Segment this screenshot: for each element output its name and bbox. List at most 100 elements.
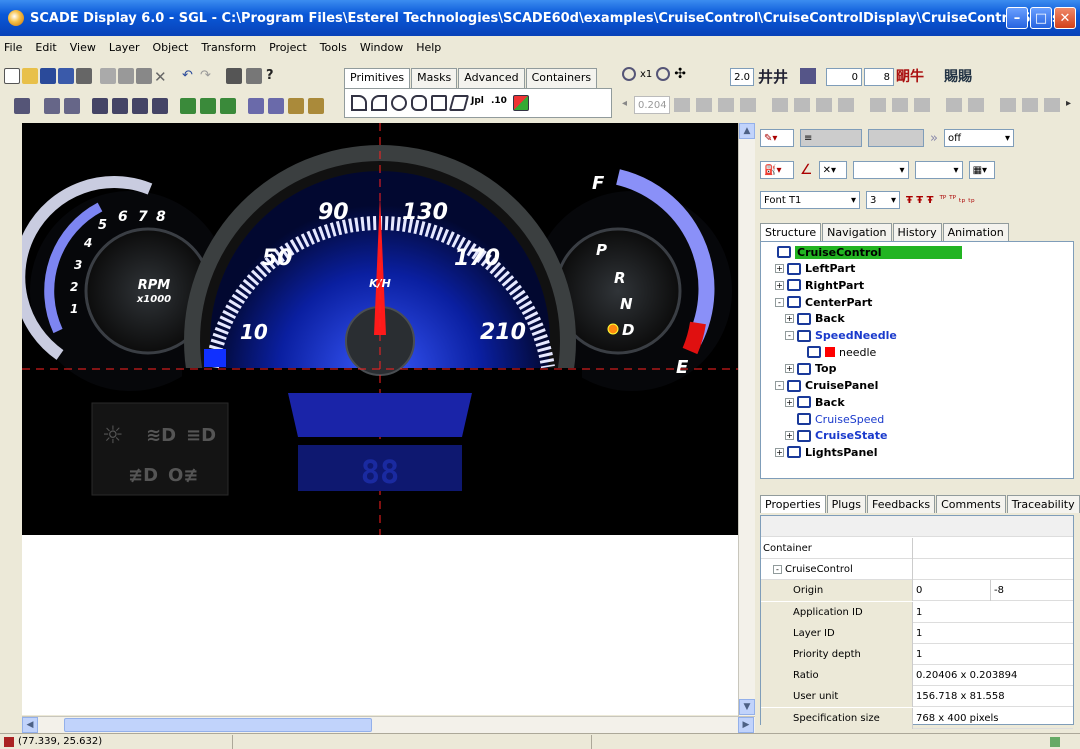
tree-node[interactable]: + Back (785, 311, 845, 327)
rectangle-tool-icon[interactable] (431, 95, 447, 111)
property-row[interactable]: Specification size 768 x 400 pixels (761, 707, 1073, 729)
tab-containers[interactable]: Containers (525, 68, 598, 88)
size-icon[interactable] (870, 98, 886, 112)
text-align-icon[interactable]: Ŧ Ŧ Ŧ (906, 195, 933, 206)
maximize-button[interactable]: □ (1030, 7, 1052, 29)
layer-up-icon[interactable] (674, 98, 690, 112)
expand-icon[interactable]: + (785, 364, 794, 374)
line-color-button[interactable]: ✎▾ (760, 129, 794, 147)
print-icon[interactable] (76, 68, 92, 84)
zoom-in-icon[interactable] (622, 67, 636, 81)
menu-transform[interactable]: Transform (201, 41, 256, 54)
tab-structure[interactable]: Structure (760, 223, 822, 241)
numeric-tool-icon[interactable]: .10 (491, 96, 507, 112)
align-left-icon[interactable] (92, 98, 108, 114)
snap-icon[interactable] (800, 68, 816, 84)
tab-properties[interactable]: Properties (760, 495, 826, 513)
group-icon[interactable] (180, 98, 196, 114)
tab-animation[interactable]: Animation (942, 223, 1009, 241)
tree-node[interactable]: CruiseSpeed (785, 411, 884, 427)
expand-icon[interactable]: + (775, 264, 784, 274)
more-styles-icon[interactable]: » (930, 131, 938, 146)
property-row[interactable]: Container (761, 538, 1073, 559)
cap-style-select[interactable]: ✕▾ (818, 161, 847, 179)
layer-icon[interactable] (248, 98, 264, 114)
find-icon[interactable] (226, 68, 242, 84)
font-size-select[interactable]: 3 ▾ (866, 191, 900, 209)
lock-icon[interactable] (946, 98, 962, 112)
canvas-background[interactable] (22, 535, 738, 715)
new-file-icon[interactable] (4, 68, 20, 84)
menu-view[interactable]: View (70, 41, 96, 54)
image-tool-icon[interactable] (513, 95, 529, 111)
property-value-2[interactable]: -8 (991, 580, 1004, 601)
layer-down-icon[interactable] (696, 98, 712, 112)
scroll-right-icon[interactable]: ▶ (738, 717, 754, 733)
layer-top-icon[interactable] (718, 98, 734, 112)
tab-history[interactable]: History (892, 223, 942, 241)
position-x-input[interactable]: 0 (826, 68, 862, 86)
rotate-icon[interactable] (64, 98, 80, 114)
pan-icon[interactable]: ✣ (674, 66, 686, 82)
text-valign-icon[interactable]: ᵀᴾ ᵀᴾ ₜₚ ₜₚ (939, 195, 974, 205)
menu-layer[interactable]: Layer (109, 41, 140, 54)
fill-color-button[interactable]: ⛽▾ (760, 161, 794, 179)
arc-tool-icon[interactable] (411, 95, 427, 111)
expand-icon[interactable]: + (785, 314, 794, 324)
expand-icon[interactable]: + (775, 447, 784, 457)
horizontal-scrollbar[interactable]: ◀ ▶ (22, 716, 755, 733)
property-value[interactable] (913, 538, 1071, 559)
rotate-left-icon[interactable] (816, 98, 832, 112)
menu-project[interactable]: Project (269, 41, 307, 54)
select-icon[interactable] (14, 98, 30, 114)
container-icon[interactable] (268, 98, 284, 114)
layer-left-arrow[interactable]: ◂ (622, 98, 627, 109)
save-all-icon[interactable] (58, 68, 74, 84)
tree-node[interactable]: - SpeedNeedle (785, 328, 897, 344)
layer-value-input[interactable]: 0.204 (634, 96, 670, 114)
tree-node[interactable]: + Top (785, 361, 836, 377)
reshape-icon[interactable] (44, 98, 60, 114)
align-center-icon[interactable] (112, 98, 128, 114)
delete-icon[interactable]: ✕ (154, 68, 170, 86)
property-row[interactable]: User unit 156.718 x 81.558 (761, 686, 1073, 708)
polyline-tool-icon[interactable] (371, 95, 387, 111)
show-icon[interactable] (1022, 98, 1038, 112)
tree-node[interactable]: - CenterPart (775, 294, 872, 310)
line-state-select[interactable]: off ▾ (943, 129, 1014, 147)
property-value[interactable]: 0.20406 x 0.203894 (913, 665, 1071, 686)
replace-icon[interactable] (246, 68, 262, 84)
property-row[interactable]: Origin 0 -8 (761, 580, 1073, 602)
menu-help[interactable]: Help (416, 41, 441, 54)
line-width-select[interactable]: ≡ (800, 129, 862, 147)
font-select[interactable]: Font T1 ▾ (760, 191, 860, 209)
menu-edit[interactable]: Edit (35, 41, 56, 54)
unlock-icon[interactable] (968, 98, 984, 112)
tab-navigation[interactable]: Navigation (822, 223, 892, 241)
fill-pattern-select[interactable]: ▾ (914, 161, 963, 179)
open-folder-icon[interactable] (22, 68, 38, 84)
vertical-scrollbar[interactable]: ▲ ▼ (738, 123, 755, 717)
grid-icon[interactable]: 井井 (758, 66, 788, 87)
table-icon[interactable]: 賜賜 (944, 66, 972, 86)
center-icon[interactable] (914, 98, 930, 112)
tab-traceability[interactable]: Traceability (1006, 495, 1080, 513)
feedback-icon[interactable] (308, 98, 324, 114)
property-value[interactable]: 1 (913, 623, 1071, 644)
tab-advanced[interactable]: Advanced (458, 68, 525, 88)
line-pattern-select[interactable] (868, 129, 924, 147)
menu-file[interactable]: File (4, 41, 22, 54)
property-row[interactable]: Layer ID 1 (761, 622, 1073, 644)
flip-icon[interactable] (772, 98, 788, 112)
expand-icon[interactable]: + (775, 280, 784, 290)
text-tool-icon[interactable]: Jpl (471, 96, 487, 112)
join-style-select[interactable]: ▾ (852, 161, 909, 179)
undo-icon[interactable]: ↶ (182, 68, 198, 84)
rotate-right-icon[interactable] (838, 98, 854, 112)
tree-node[interactable]: + LeftPart (775, 261, 855, 277)
property-value[interactable] (913, 559, 1071, 580)
scroll-up-icon[interactable]: ▲ (739, 123, 755, 139)
tree-node[interactable]: needle (795, 344, 876, 360)
tab-comments[interactable]: Comments (936, 495, 1006, 513)
expand-icon[interactable]: + (785, 397, 794, 407)
